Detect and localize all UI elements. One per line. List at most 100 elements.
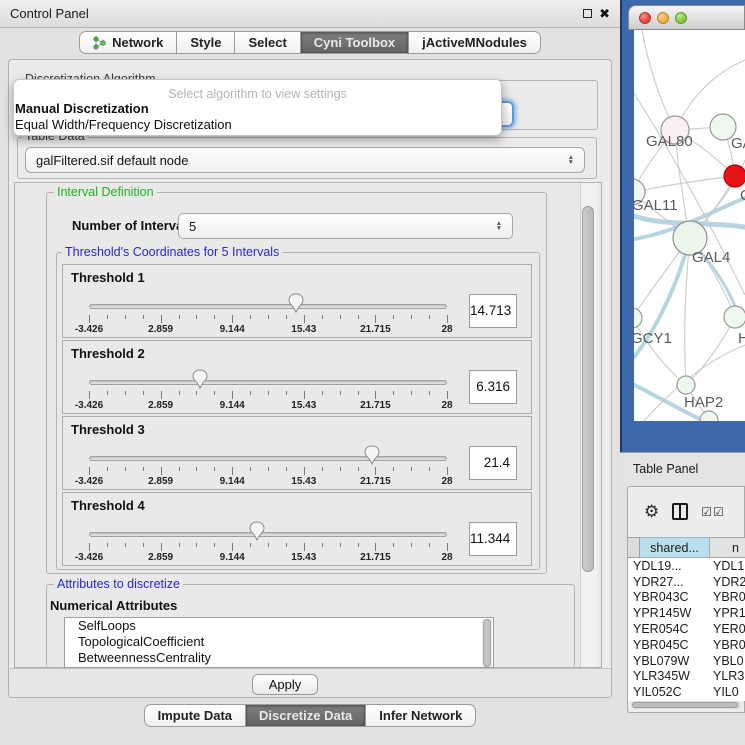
tab-network[interactable]: Network <box>79 31 177 54</box>
attribute-item[interactable]: TopologicalCoefficient <box>65 634 493 650</box>
cell-name[interactable]: YLR3 <box>713 669 745 683</box>
tick <box>340 391 341 395</box>
tick <box>161 391 162 399</box>
num-intervals-spinner[interactable]: 5 ▲▼ <box>178 213 513 239</box>
tab-cyni-toolbox[interactable]: Cyni Toolbox <box>301 31 409 54</box>
screen: Control Panel ✖ NetworkStyleSelectCyni T… <box>0 0 745 745</box>
cell-name[interactable]: YDR2 <box>713 575 745 589</box>
slider-track[interactable] <box>89 456 447 461</box>
network-icon <box>93 36 106 50</box>
tab-infer-network[interactable]: Infer Network <box>366 704 476 727</box>
cell-shared-name[interactable]: YBR045C <box>628 638 713 652</box>
network-node-c[interactable] <box>724 165 745 187</box>
cell-shared-name[interactable]: YER054C <box>628 622 713 636</box>
table-row[interactable]: YIL052CYIL0 <box>628 684 745 700</box>
network-window-titlebar[interactable] <box>628 5 745 30</box>
attributes-scrollbar-thumb[interactable] <box>483 619 491 667</box>
attribute-item[interactable]: BetweennessCentrality <box>65 650 493 666</box>
apply-button[interactable]: Apply <box>252 674 318 695</box>
cell-shared-name[interactable]: YLR345W <box>628 669 713 683</box>
tick <box>375 315 376 323</box>
table-row[interactable]: YDL19...YDL1 <box>628 558 745 574</box>
cell-shared-name[interactable]: YDR27... <box>628 575 713 589</box>
table-row[interactable]: YDR27...YDR2 <box>628 574 745 590</box>
attributes-scrollbar-track[interactable] <box>482 619 492 667</box>
table-row[interactable]: YBR045CYBR0 <box>628 637 745 653</box>
attributes-list[interactable]: SelfLoopsTopologicalCoefficientBetweenne… <box>64 617 494 668</box>
gear-icon[interactable]: ⚙ <box>644 503 659 520</box>
checkbox-columns-icon[interactable]: ☑☑ <box>701 506 725 518</box>
cell-shared-name[interactable]: YDL19... <box>628 559 713 573</box>
slider-thumb-icon[interactable] <box>192 369 208 389</box>
tick-label: 15.43 <box>291 400 316 411</box>
slider-thumb-icon[interactable] <box>249 521 265 541</box>
table-row[interactable]: YBL079WYBL0 <box>628 653 745 669</box>
slider-track[interactable] <box>89 532 447 537</box>
tick-label: 21.715 <box>360 552 391 563</box>
slider-track[interactable] <box>89 380 447 385</box>
tab-select[interactable]: Select <box>235 31 300 54</box>
table-row[interactable]: YLR345WYLR3 <box>628 669 745 685</box>
table-header-name[interactable]: n <box>710 537 745 558</box>
network-node-h[interactable] <box>724 306 745 328</box>
network-canvas[interactable]: GAL80GACGAL11GAL4GCY1HHAP2 <box>634 30 745 421</box>
tick <box>214 467 215 471</box>
slider-thumb-icon[interactable] <box>288 293 304 313</box>
table-row[interactable]: YBR043CYBR0 <box>628 590 745 606</box>
split-columns-icon[interactable] <box>672 503 688 520</box>
cell-name[interactable]: YPR1 <box>713 606 745 620</box>
attribute-item[interactable]: SelfLoops <box>65 618 493 634</box>
table-header-shared[interactable]: shared... <box>640 537 710 558</box>
tick <box>179 543 180 547</box>
tab-style[interactable]: Style <box>177 31 235 54</box>
table-row[interactable]: YER054CYER0 <box>628 621 745 637</box>
settings-scrollbar-thumb[interactable] <box>582 206 594 572</box>
cell-shared-name[interactable]: YIL052C <box>628 685 713 699</box>
network-node-hap2[interactable] <box>677 376 695 394</box>
table-data-combo[interactable]: galFiltered.sif default node ▲▼ <box>25 147 585 173</box>
network-node[interactable] <box>700 411 718 421</box>
tick <box>250 467 251 471</box>
tick-label: 15.43 <box>291 552 316 563</box>
zoom-traffic-icon[interactable] <box>675 12 687 24</box>
tick <box>125 543 126 547</box>
threshold-value-field[interactable]: 14.713 <box>469 294 517 328</box>
cell-shared-name[interactable]: YPR145W <box>628 606 713 620</box>
slider-thumb-icon[interactable] <box>364 445 380 465</box>
algorithm-option[interactable]: Manual Discretization <box>14 101 501 117</box>
tick <box>429 467 430 471</box>
threshold-value-field[interactable]: 11.344 <box>469 522 517 556</box>
tick-label: -3.426 <box>75 476 103 487</box>
cell-name[interactable]: YBL0 <box>713 654 745 668</box>
cell-name[interactable]: YBR0 <box>713 590 745 604</box>
cell-shared-name[interactable]: YBL079W <box>628 654 713 668</box>
tab-impute-data[interactable]: Impute Data <box>144 704 246 727</box>
cell-name[interactable]: YDL1 <box>713 559 745 573</box>
close-icon[interactable]: ✖ <box>599 7 610 20</box>
tab-discretize-data[interactable]: Discretize Data <box>246 704 366 727</box>
algorithm-option[interactable]: Equal Width/Frequency Discretization <box>14 117 501 133</box>
network-node-gcy1[interactable] <box>634 308 642 328</box>
table-hscrollbar-thumb[interactable] <box>632 702 738 708</box>
num-intervals-label: Number of Intervals <box>72 218 194 233</box>
minimize-traffic-icon[interactable] <box>657 12 669 24</box>
threshold-value-field[interactable]: 6.316 <box>469 370 517 404</box>
threshold-value-field[interactable]: 21.4 <box>469 446 517 480</box>
tab-jactivemnodules[interactable]: jActiveMNodules <box>409 31 541 54</box>
table-hscrollbar-track[interactable] <box>631 701 741 709</box>
combo-stepper-icon[interactable]: ▲▼ <box>568 155 574 165</box>
table-panel-titlebar: Table Panel <box>620 452 745 485</box>
tick <box>358 467 359 471</box>
cell-name[interactable]: YBR0 <box>713 638 745 652</box>
attributes-items: SelfLoopsTopologicalCoefficientBetweenne… <box>65 618 493 666</box>
table-row[interactable]: YPR145WYPR1 <box>628 605 745 621</box>
cell-name[interactable]: YIL0 <box>713 685 745 699</box>
tick-label: 28 <box>441 476 452 487</box>
spinner-stepper-icon[interactable]: ▲▼ <box>496 221 502 231</box>
tick <box>250 391 251 395</box>
cell-name[interactable]: YER0 <box>713 622 745 636</box>
slider-track[interactable] <box>89 304 447 309</box>
close-traffic-icon[interactable] <box>639 12 651 24</box>
cell-shared-name[interactable]: YBR043C <box>628 590 713 604</box>
float-window-icon[interactable] <box>583 9 592 18</box>
